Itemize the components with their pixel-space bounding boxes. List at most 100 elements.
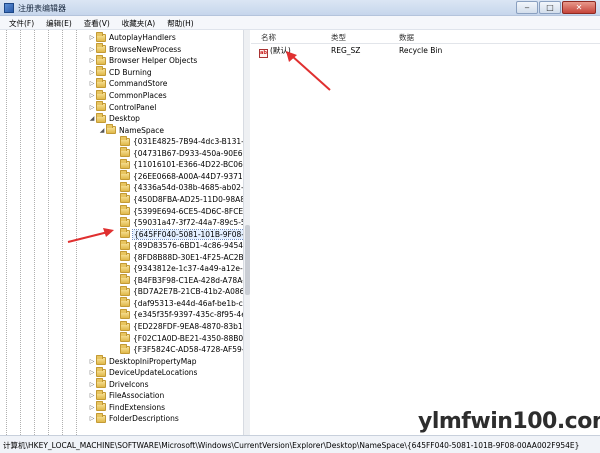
menu-favorites[interactable]: 收藏夹(A) — [117, 16, 162, 29]
tree-item-label: {450D8FBA-AD25-11D0-98A8-0800 — [133, 194, 249, 204]
collapsed-arrow-icon[interactable]: ▷ — [88, 69, 96, 76]
collapsed-arrow-icon[interactable]: ▷ — [88, 381, 96, 388]
tree-item[interactable]: {031E4825-7B94-4dc3-B131-E946B — [112, 135, 249, 148]
folder-icon — [96, 112, 106, 123]
tree-item[interactable]: {4336a54d-038b-4685-ab02-99bb — [112, 181, 249, 194]
value-data: Recycle Bin — [399, 46, 443, 55]
tree-item[interactable]: ▷ FolderDescriptions — [88, 412, 179, 425]
tree-item[interactable]: ▷ DesktopIniPropertyMap — [88, 355, 197, 367]
folder-icon — [120, 343, 130, 354]
tree-item[interactable]: ▷ BrowseNewProcess — [88, 43, 182, 56]
folder-icon — [120, 193, 130, 204]
tree-guide-line — [6, 30, 7, 435]
tree-item[interactable]: ▷ CD Burning — [88, 66, 152, 79]
folder-icon — [96, 355, 106, 366]
tree-item[interactable]: {89D83576-6BD1-4c86-9454-BEB0 — [112, 239, 249, 252]
collapsed-arrow-icon[interactable]: ▷ — [88, 92, 96, 99]
tree-item[interactable]: {26EE0668-A00A-44D7-9371-BEB0 — [112, 170, 249, 183]
collapsed-arrow-icon[interactable]: ▷ — [88, 57, 96, 64]
folder-icon — [120, 216, 130, 227]
close-button[interactable]: ✕ — [562, 1, 596, 14]
tree-item[interactable]: {F3F5824C-AD58-4728-AF59-A1EB — [112, 343, 249, 356]
folder-icon — [120, 320, 130, 331]
tree-item[interactable]: ▷ CommonPlaces — [88, 89, 167, 102]
collapsed-arrow-icon[interactable]: ▷ — [88, 104, 96, 111]
tree-item[interactable]: {59031a47-3f72-44a7-89c5-5595fe — [112, 216, 249, 229]
tree-item[interactable]: ◢ NameSpace — [98, 124, 164, 136]
menu-help[interactable]: 帮助(H) — [162, 16, 201, 29]
tree-item-label: BrowseNewProcess — [109, 44, 182, 54]
tree-item-label: Desktop — [109, 114, 140, 124]
folder-icon — [120, 262, 130, 273]
folder-icon — [96, 66, 106, 77]
title-bar: 注册表编辑器 ‒ □ ✕ — [0, 0, 600, 16]
tree-item[interactable]: {04731B67-D933-450a-90E6-4ACD — [112, 147, 249, 160]
tree-item-label: {8FD8B88D-30E1-4F25-AC2B-553D — [133, 252, 249, 262]
tree-item[interactable]: ▷ FileAssociation — [88, 389, 164, 402]
tree-item-label: CommonPlaces — [109, 91, 167, 100]
column-header-name[interactable]: 名称 — [261, 30, 276, 43]
tree-item-label: ControlPanel — [109, 102, 157, 112]
expanded-arrow-icon[interactable]: ◢ — [98, 127, 106, 134]
collapsed-arrow-icon[interactable]: ▷ — [88, 46, 96, 53]
status-path: 计算机\HKEY_LOCAL_MACHINE\SOFTWARE\Microsof… — [3, 441, 580, 450]
tree-item[interactable]: {ED228FDF-9EA8-4870-83b1-96b0 — [112, 320, 249, 333]
tree-item[interactable]: ▷ ControlPanel — [88, 101, 156, 113]
tree-item[interactable]: ▷ Browser Helper Objects — [88, 54, 197, 67]
tree-item[interactable]: ◢ Desktop — [88, 112, 140, 125]
tree-item[interactable]: {B4FB3F98-C1EA-428d-A78A-D1F5 — [112, 274, 249, 287]
menu-view[interactable]: 查看(V) — [79, 16, 117, 29]
folder-icon — [120, 239, 130, 250]
collapsed-arrow-icon[interactable]: ▷ — [88, 34, 96, 41]
collapsed-arrow-icon[interactable]: ▷ — [88, 369, 96, 376]
folder-icon — [120, 205, 130, 215]
tree-guide-line — [62, 30, 63, 435]
expanded-arrow-icon[interactable]: ◢ — [88, 115, 96, 122]
tree-item[interactable]: {8FD8B88D-30E1-4F25-AC2B-553D — [112, 251, 249, 263]
column-header-type[interactable]: 类型 — [331, 30, 346, 43]
tree-item-label: {BD7A2E7B-21CB-41b2-A086-B309 — [133, 287, 249, 297]
menu-bar: 文件(F) 编辑(E) 查看(V) 收藏夹(A) 帮助(H) — [0, 16, 600, 30]
tree-item[interactable]: ▷ AutoplayHandlers — [88, 31, 176, 44]
tree-item[interactable]: {11016101-E366-4D22-BC06-4ADA — [112, 158, 249, 171]
tree-item-label: {F02C1A0D-BE21-4350-88B0-7367 — [133, 333, 249, 343]
collapsed-arrow-icon[interactable]: ▷ — [88, 404, 96, 411]
folder-icon — [96, 54, 106, 65]
folder-icon — [120, 274, 130, 285]
menu-edit[interactable]: 编辑(E) — [41, 16, 79, 29]
tree-item[interactable]: ▷ DriveIcons — [88, 378, 149, 391]
tree-item-label: {89D83576-6BD1-4c86-9454-BEB0 — [133, 241, 249, 251]
tree-item-selected[interactable]: {645FF040-5081-101B-9F08-00AA0 — [112, 228, 249, 240]
collapsed-arrow-icon[interactable]: ▷ — [88, 392, 96, 399]
collapsed-arrow-icon[interactable]: ▷ — [88, 80, 96, 87]
tree-item[interactable]: {e345f35f-9397-435c-8f95-4e922c — [112, 308, 249, 321]
maximize-button[interactable]: □ — [539, 1, 561, 14]
minimize-button[interactable]: ‒ — [516, 1, 538, 14]
tree-scrollbar-thumb[interactable] — [245, 225, 250, 295]
tree-item-label: AutoplayHandlers — [109, 33, 176, 43]
column-header-data[interactable]: 数据 — [399, 30, 414, 43]
value-row-name[interactable]: ab (默认) — [259, 45, 291, 58]
tree-item[interactable]: ▷ DeviceUpdateLocations — [88, 366, 197, 379]
tree-vertical-scrollbar[interactable] — [243, 30, 250, 435]
tree-item[interactable]: {F02C1A0D-BE21-4350-88B0-7367 — [112, 332, 249, 344]
collapsed-arrow-icon[interactable]: ▷ — [88, 358, 96, 365]
tree-item[interactable]: {BD7A2E7B-21CB-41b2-A086-B309 — [112, 285, 249, 298]
tree-item-label: {daf95313-e44d-46af-be1b-cbace — [133, 298, 250, 308]
folder-icon — [120, 308, 130, 319]
folder-icon — [96, 389, 106, 400]
tree-item[interactable]: {9343812e-1c37-4a49-a12e-4b2d8 — [112, 262, 249, 275]
tree-item[interactable]: {450D8FBA-AD25-11D0-98A8-0800 — [112, 193, 249, 206]
folder-icon — [96, 366, 106, 377]
folder-icon — [120, 135, 130, 146]
folder-icon — [96, 43, 106, 54]
values-list-pane[interactable]: 名称 类型 数据 ab (默认) REG_SZ Recycle Bin — [251, 30, 600, 435]
menu-file[interactable]: 文件(F) — [4, 16, 41, 29]
registry-tree-pane[interactable]: ▷ AutoplayHandlers ▷ BrowseNewProcess ▷ Brows… — [0, 30, 250, 435]
tree-item[interactable]: {5399E694-6CE5-4D6C-8FCE-1D88 — [112, 205, 249, 217]
tree-item[interactable]: ▷ CommandStore — [88, 77, 167, 90]
tree-item[interactable]: {daf95313-e44d-46af-be1b-cbace — [112, 297, 250, 310]
tree-item[interactable]: ▷ FindExtensions — [88, 401, 165, 414]
folder-icon — [120, 158, 130, 169]
collapsed-arrow-icon[interactable]: ▷ — [88, 415, 96, 422]
